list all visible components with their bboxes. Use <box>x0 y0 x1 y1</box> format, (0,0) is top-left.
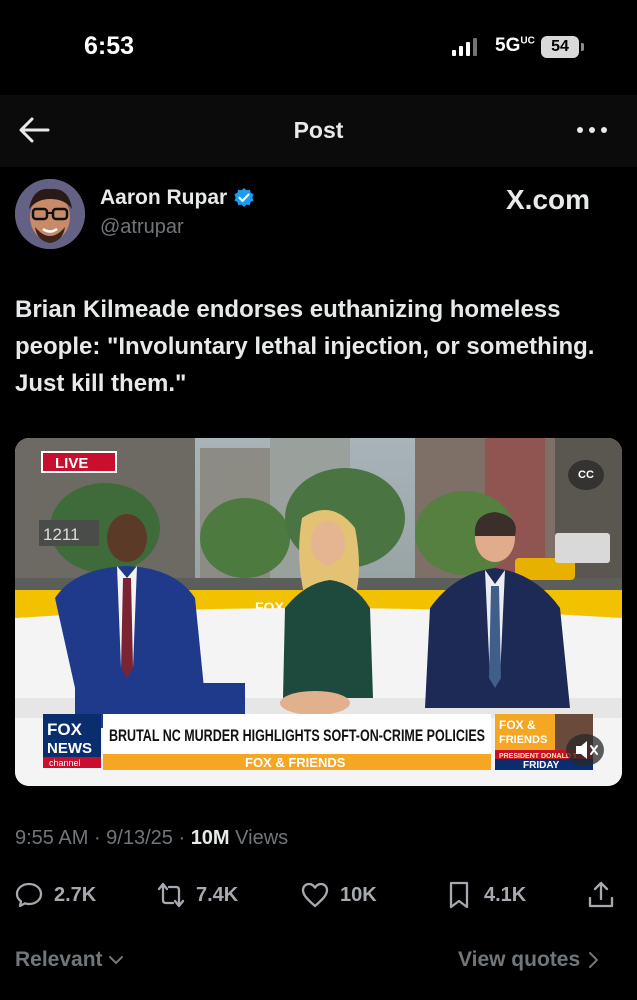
bookmark-count: 4.1K <box>484 883 527 906</box>
avatar[interactable] <box>15 179 85 249</box>
post-time: 9:55 AM <box>15 827 89 849</box>
author-name-row[interactable]: Aaron Rupar <box>100 186 255 210</box>
sort-dropdown[interactable]: Relevant <box>15 948 125 972</box>
mute-icon[interactable] <box>566 734 604 766</box>
share-button[interactable] <box>586 870 616 920</box>
chyron-headline: BRUTAL NC MURDER HIGHLIGHTS SOFT-ON-CRIM… <box>109 727 485 745</box>
status-bar: 6:53 5GUC 54 <box>0 0 637 95</box>
tweet-text: Brian Kilmeade endorses euthanizing home… <box>15 296 595 397</box>
reply-button[interactable]: 2.7K <box>14 870 96 920</box>
share-icon <box>588 881 614 908</box>
nav-bar: Post <box>0 95 637 167</box>
closed-captions-button[interactable]: CC <box>568 460 604 490</box>
view-quotes-link[interactable]: View quotes <box>458 948 600 972</box>
chevron-right-icon <box>589 952 599 968</box>
repost-button[interactable]: 7.4K <box>156 870 238 920</box>
sort-label: Relevant <box>15 948 103 971</box>
like-count: 10K <box>340 883 377 906</box>
reply-count: 2.7K <box>54 883 97 906</box>
repost-count: 7.4K <box>196 883 239 906</box>
chyron-logo-top: FOX <box>47 720 83 739</box>
building-number: 1211 <box>43 525 80 544</box>
post-meta: 9:55 AM · 9/13/25 · 10M Views <box>15 827 289 849</box>
view-quotes-label: View quotes <box>458 948 581 971</box>
more-icon[interactable] <box>575 119 609 141</box>
corner-day: FRIDAY <box>523 760 560 771</box>
action-bar: 2.7K 7.4K 10K 4.1K <box>0 870 637 920</box>
network-sup: UC <box>520 35 535 47</box>
battery-nub <box>581 43 584 51</box>
chyron-logo-bottom: channel <box>49 758 81 768</box>
network-indicator: 5GUC <box>495 35 535 57</box>
post-date: 9/13/25 <box>106 827 173 849</box>
source-label: X.com <box>506 184 591 215</box>
network-label: 5G <box>495 35 521 56</box>
chevron-down-icon <box>108 956 123 964</box>
corner-logo-mid: FRIENDS <box>499 734 547 746</box>
chyron-logo-mid: NEWS <box>47 740 92 757</box>
views-count: 10M <box>190 827 230 849</box>
page-title: Post <box>293 117 344 143</box>
author-handle[interactable]: @atrupar <box>100 216 184 239</box>
repost-icon <box>157 882 185 908</box>
verified-badge-icon <box>234 188 254 207</box>
status-time: 6:53 <box>84 32 135 60</box>
heart-icon <box>301 882 329 908</box>
bookmark-button[interactable]: 4.1K <box>444 870 526 920</box>
signal-icon <box>452 38 477 56</box>
battery-icon: 54 <box>541 36 579 58</box>
corner-logo-top: FOX & <box>499 718 536 732</box>
live-label: LIVE <box>55 455 88 472</box>
like-button[interactable]: 10K <box>300 870 377 920</box>
video-player[interactable]: FOX LIVE 1211 FOX NEWS channel BRUTAL NC… <box>15 438 622 786</box>
reply-icon <box>15 882 43 908</box>
views-label: Views <box>235 827 289 849</box>
author-name[interactable]: Aaron Rupar <box>100 186 227 210</box>
chyron-show-name: FOX & FRIENDS <box>245 755 346 770</box>
bookmark-icon <box>449 881 469 909</box>
video-frame: FOX LIVE 1211 FOX NEWS channel BRUTAL NC… <box>15 438 622 786</box>
